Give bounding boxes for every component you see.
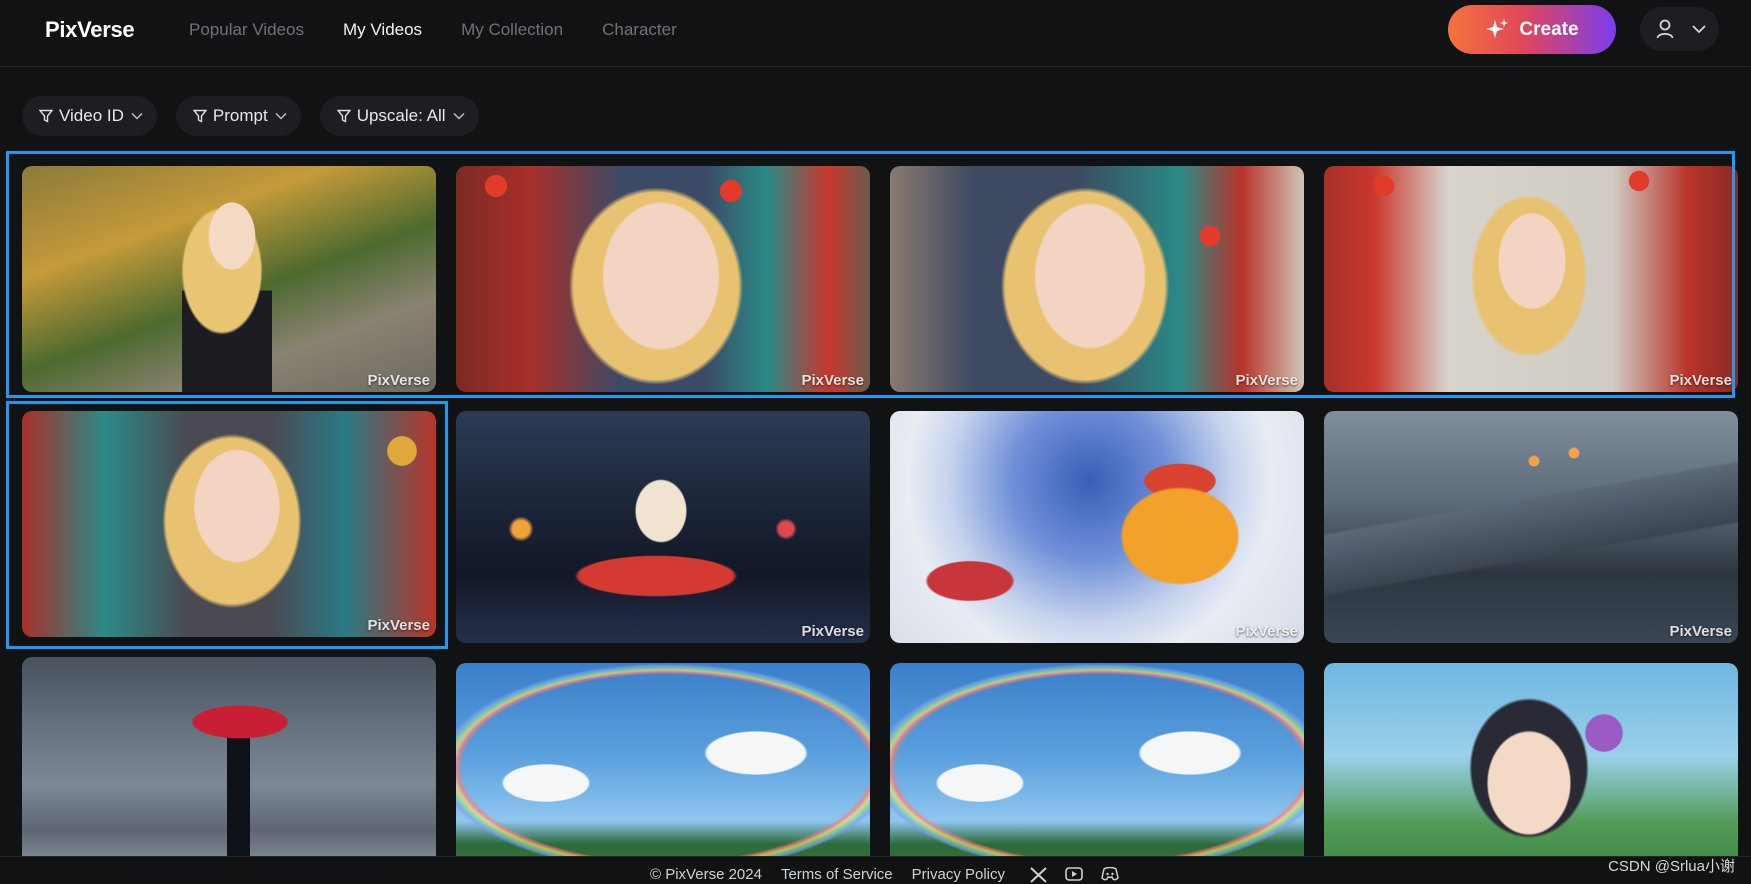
video-card[interactable] <box>22 657 436 856</box>
video-card[interactable]: PixVerse <box>456 411 870 643</box>
watermark: PixVerse <box>1235 623 1298 640</box>
video-card[interactable]: PixVerse <box>890 166 1304 392</box>
top-bar: PixVerse Popular Videos My Videos My Col… <box>0 0 1751 67</box>
discord-icon[interactable] <box>1101 866 1119 881</box>
filter-label: Upscale: All <box>356 106 446 125</box>
video-thumbnail <box>890 166 1304 392</box>
credit-watermark: CSDN @Srlua小谢 <box>1608 858 1735 875</box>
nav-character[interactable]: Character <box>602 20 677 40</box>
privacy-link[interactable]: Privacy Policy <box>912 866 1005 883</box>
video-card[interactable] <box>1324 663 1738 856</box>
youtube-icon[interactable] <box>1065 866 1083 881</box>
video-thumbnail <box>1324 166 1738 392</box>
filter-icon <box>39 109 53 123</box>
filter-icon <box>192 109 207 123</box>
video-thumbnail <box>890 411 1304 643</box>
video-thumbnail <box>1324 411 1738 643</box>
watermark: PixVerse <box>801 372 864 389</box>
video-thumbnail <box>1324 663 1738 856</box>
filter-bar: Video ID Prompt Upscale: All <box>22 96 479 136</box>
chevron-down-icon <box>131 112 143 120</box>
watermark: PixVerse <box>1669 372 1732 389</box>
terms-link[interactable]: Terms of Service <box>781 866 893 883</box>
filter-prompt[interactable]: Prompt <box>175 96 301 136</box>
filter-label: Prompt <box>212 106 268 125</box>
video-thumbnail <box>22 411 436 637</box>
watermark: PixVerse <box>1235 372 1298 389</box>
create-button[interactable]: Create <box>1448 5 1616 54</box>
watermark: PixVerse <box>1669 623 1732 640</box>
video-card[interactable] <box>890 663 1304 856</box>
watermark: PixVerse <box>801 623 864 640</box>
video-card[interactable]: PixVerse <box>456 166 870 392</box>
video-thumbnail <box>456 663 870 856</box>
nav-my-videos[interactable]: My Videos <box>343 20 422 40</box>
video-card[interactable] <box>456 663 870 856</box>
video-thumbnail <box>22 657 436 856</box>
filter-upscale[interactable]: Upscale: All <box>319 96 479 136</box>
filter-icon <box>336 109 351 123</box>
video-card[interactable]: PixVerse <box>1324 166 1738 392</box>
video-card[interactable]: PixVerse <box>890 411 1304 643</box>
footer: © PixVerse 2024 Terms of Service Privacy… <box>0 856 1751 884</box>
chevron-down-icon <box>453 112 465 120</box>
video-card[interactable]: PixVerse <box>1324 411 1738 643</box>
video-thumbnail <box>456 411 870 643</box>
video-thumbnail <box>22 166 436 392</box>
create-label: Create <box>1519 18 1579 40</box>
nav-my-collection[interactable]: My Collection <box>461 20 563 40</box>
watermark: PixVerse <box>367 372 430 389</box>
logo[interactable]: PixVerse <box>45 17 135 43</box>
filter-video-id[interactable]: Video ID <box>22 96 157 136</box>
video-card[interactable]: PixVerse <box>22 411 436 637</box>
main-nav: Popular Videos My Videos My Collection C… <box>189 20 716 40</box>
video-thumbnail <box>890 663 1304 856</box>
user-icon <box>1656 19 1674 39</box>
nav-popular-videos[interactable]: Popular Videos <box>189 20 304 40</box>
watermark: PixVerse <box>367 617 430 634</box>
social-links <box>1030 866 1119 883</box>
filter-label: Video ID <box>59 106 124 125</box>
video-thumbnail <box>456 166 870 392</box>
copyright-text: © PixVerse 2024 <box>650 866 762 883</box>
chevron-down-icon <box>1692 25 1706 34</box>
chevron-down-icon <box>275 112 287 120</box>
x-icon[interactable] <box>1030 866 1047 883</box>
video-card[interactable]: PixVerse <box>22 166 436 392</box>
sparkle-icon <box>1486 18 1509 38</box>
video-grid: PixVerse PixVerse PixVerse PixVerse PixV… <box>0 150 1751 856</box>
user-menu[interactable] <box>1640 7 1719 51</box>
